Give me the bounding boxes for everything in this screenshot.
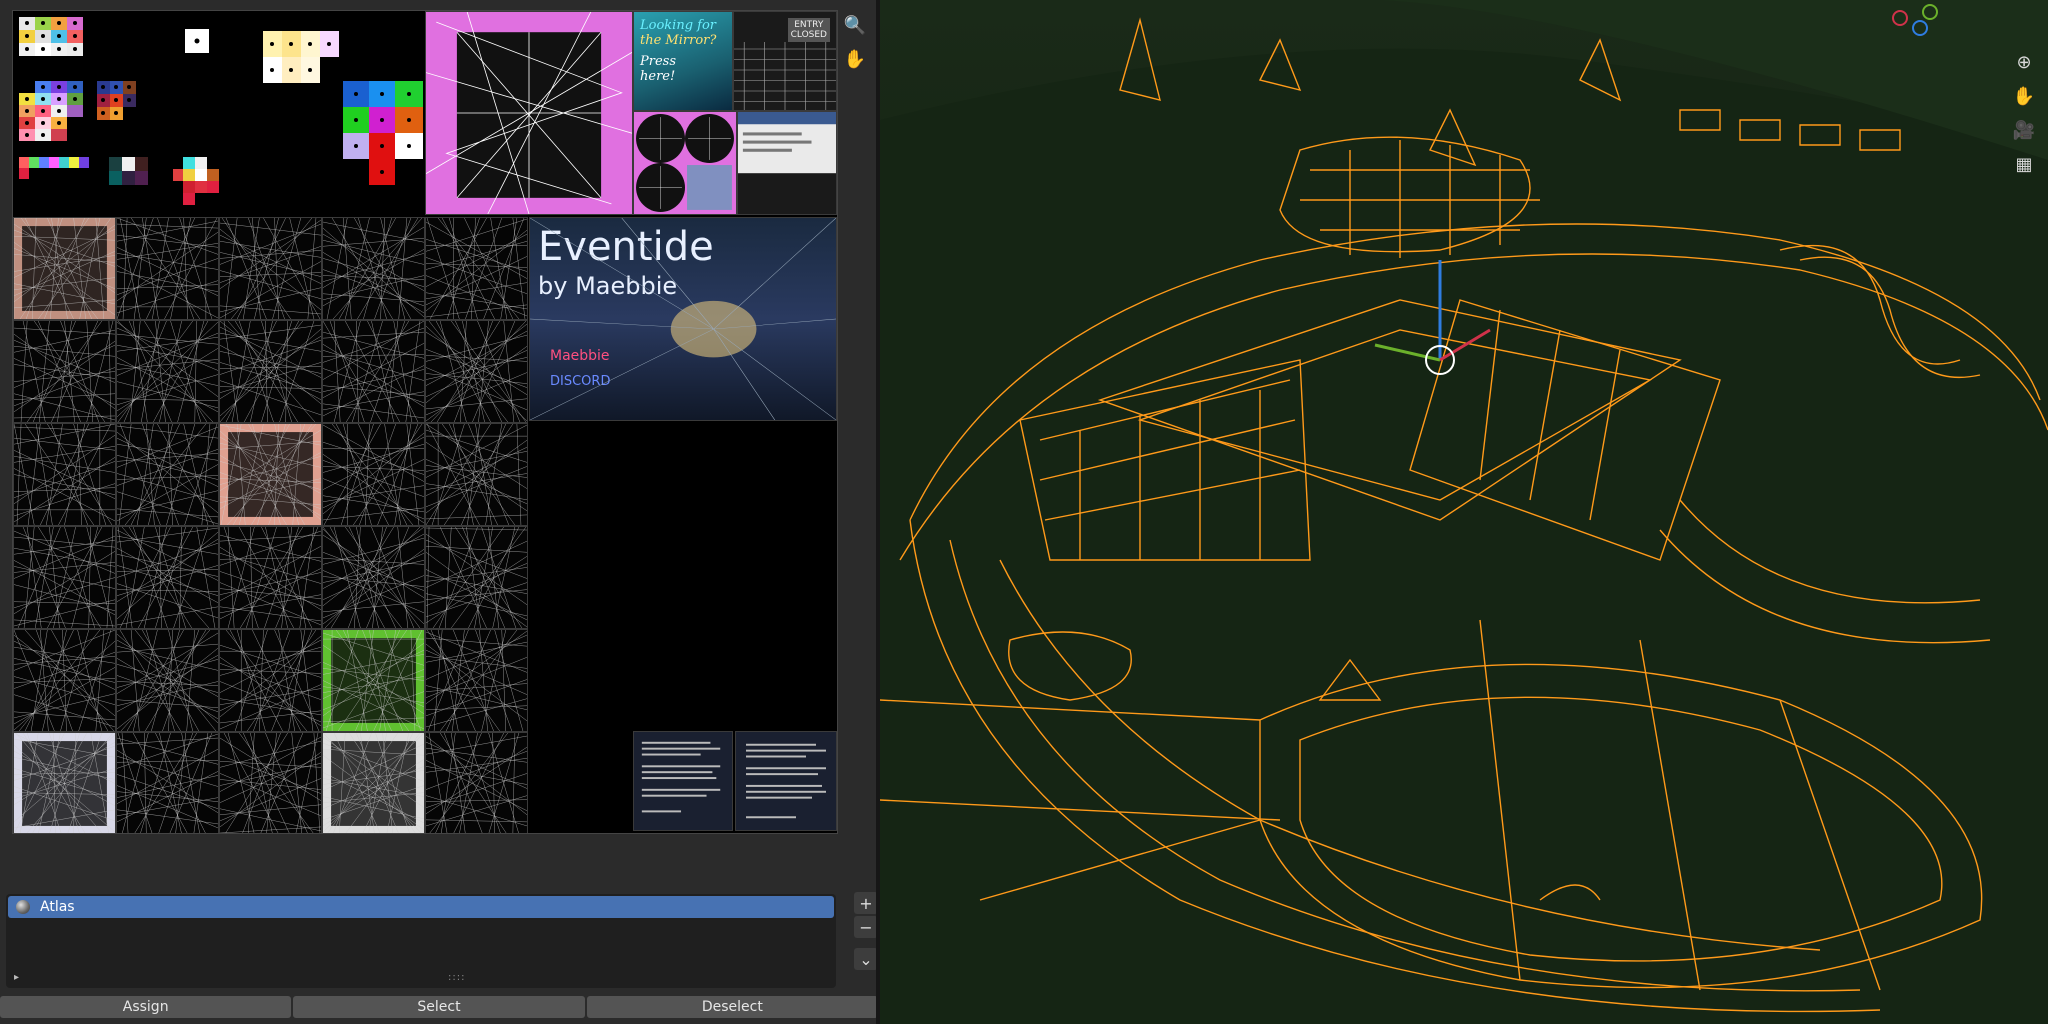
pink-wire-texture (425, 11, 633, 215)
palette-block-6 (343, 81, 423, 185)
uv-editor-toolbar: 🔍 ✋ (842, 12, 870, 80)
camera-view-icon[interactable]: 🎥 (2010, 116, 2038, 144)
add-slot-button[interactable]: + (854, 892, 878, 914)
wire-texture-tile (13, 732, 116, 833)
palette-block-7 (19, 157, 99, 179)
entry-sign-line-2: CLOSED (790, 30, 827, 40)
material-action-buttons: Assign Select Deselect (0, 996, 878, 1018)
ortho-grid-icon[interactable]: ▦ (2010, 150, 2038, 178)
material-slot-label: Atlas (40, 899, 75, 915)
wire-texture-tile (116, 526, 219, 629)
wire-texture-tile (322, 629, 425, 732)
wire-texture-tile (425, 217, 528, 320)
wire-texture-tile (425, 732, 528, 833)
wire-texture-tile (219, 526, 322, 629)
palette-block-9 (173, 157, 223, 217)
wire-texture-tile (219, 629, 322, 732)
wire-texture-tile (322, 320, 425, 423)
wire-texture-tile (116, 629, 219, 732)
palette-block-3 (263, 31, 339, 83)
3d-viewport[interactable]: ⊕ ✋ 🎥 ▦ (880, 0, 2048, 1024)
mirror-poster-line-2: the Mirror? (640, 33, 717, 48)
wire-texture-tile (116, 732, 219, 833)
palette-block-2 (185, 29, 209, 53)
event-poster: Eventide by Maebbie Maebbie DISCORD (529, 217, 837, 421)
info-card-right (735, 731, 837, 831)
mirror-poster-line-3: Press (640, 54, 676, 69)
wire-texture-tile (219, 320, 322, 423)
material-slot-panel: Atlas + − ⌄ (0, 890, 878, 990)
mirror-poster-line-1: Looking for (640, 18, 717, 33)
resize-grip-icon[interactable]: :::: (448, 972, 465, 983)
wire-texture-tile (13, 217, 116, 320)
mirror-poster: Looking for the Mirror? Press here! (633, 11, 733, 111)
wire-texture-tile (116, 217, 219, 320)
entry-sign-line-1: ENTRY (794, 20, 824, 30)
wire-texture-tile (322, 217, 425, 320)
wire-texture-tile (219, 732, 322, 833)
wire-texture-tile (116, 320, 219, 423)
wire-texture-tile (425, 423, 528, 526)
wire-texture-tile (425, 629, 528, 732)
mirror-poster-line-4: here! (640, 69, 676, 84)
expand-arrow-icon[interactable]: ▸ (14, 972, 19, 983)
wire-texture-tile (322, 526, 425, 629)
palette-block-5 (97, 81, 137, 121)
palette-block-1 (19, 17, 83, 57)
wire-texture-tile (425, 320, 528, 423)
wire-texture-tile (425, 526, 528, 629)
wireframe-scene (880, 0, 2048, 1024)
assign-button[interactable]: Assign (0, 996, 292, 1018)
uv-editor: Looking for the Mirror? Press here! ENTR… (0, 0, 878, 1024)
info-card-left (633, 731, 733, 831)
material-sphere-icon (16, 900, 30, 914)
wire-texture-tile (322, 732, 425, 833)
wire-texture-tile (219, 217, 322, 320)
web-page-texture (737, 111, 837, 215)
viewport-zoom-icon[interactable]: ⊕ (2010, 48, 2038, 76)
slot-menu-button[interactable]: ⌄ (854, 948, 878, 970)
wire-texture-tile (219, 423, 322, 526)
select-button[interactable]: Select (293, 996, 585, 1018)
palette-block-8 (109, 157, 149, 185)
palette-block-4 (19, 81, 83, 145)
wire-texture-tile (13, 629, 116, 732)
wire-texture-tile (13, 526, 116, 629)
material-slot-list: Atlas (6, 894, 836, 988)
zoom-icon[interactable]: 🔍 (842, 12, 868, 38)
entry-closed-sign: ENTRY CLOSED (733, 11, 837, 111)
wire-texture-tile (322, 423, 425, 526)
texture-atlas-canvas[interactable]: Looking for the Mirror? Press here! ENTR… (12, 10, 838, 834)
wire-texture-tile (13, 320, 116, 423)
remove-slot-button[interactable]: − (854, 916, 878, 938)
viewport-pan-icon[interactable]: ✋ (2010, 82, 2038, 110)
deselect-button[interactable]: Deselect (586, 996, 878, 1018)
wire-texture-tile (13, 423, 116, 526)
material-slot-atlas[interactable]: Atlas (8, 896, 834, 918)
viewport-navigation: ⊕ ✋ 🎥 ▦ (2010, 48, 2040, 184)
wire-texture-tile (116, 423, 219, 526)
round-texture-set (633, 111, 737, 215)
pan-hand-icon[interactable]: ✋ (842, 46, 868, 72)
